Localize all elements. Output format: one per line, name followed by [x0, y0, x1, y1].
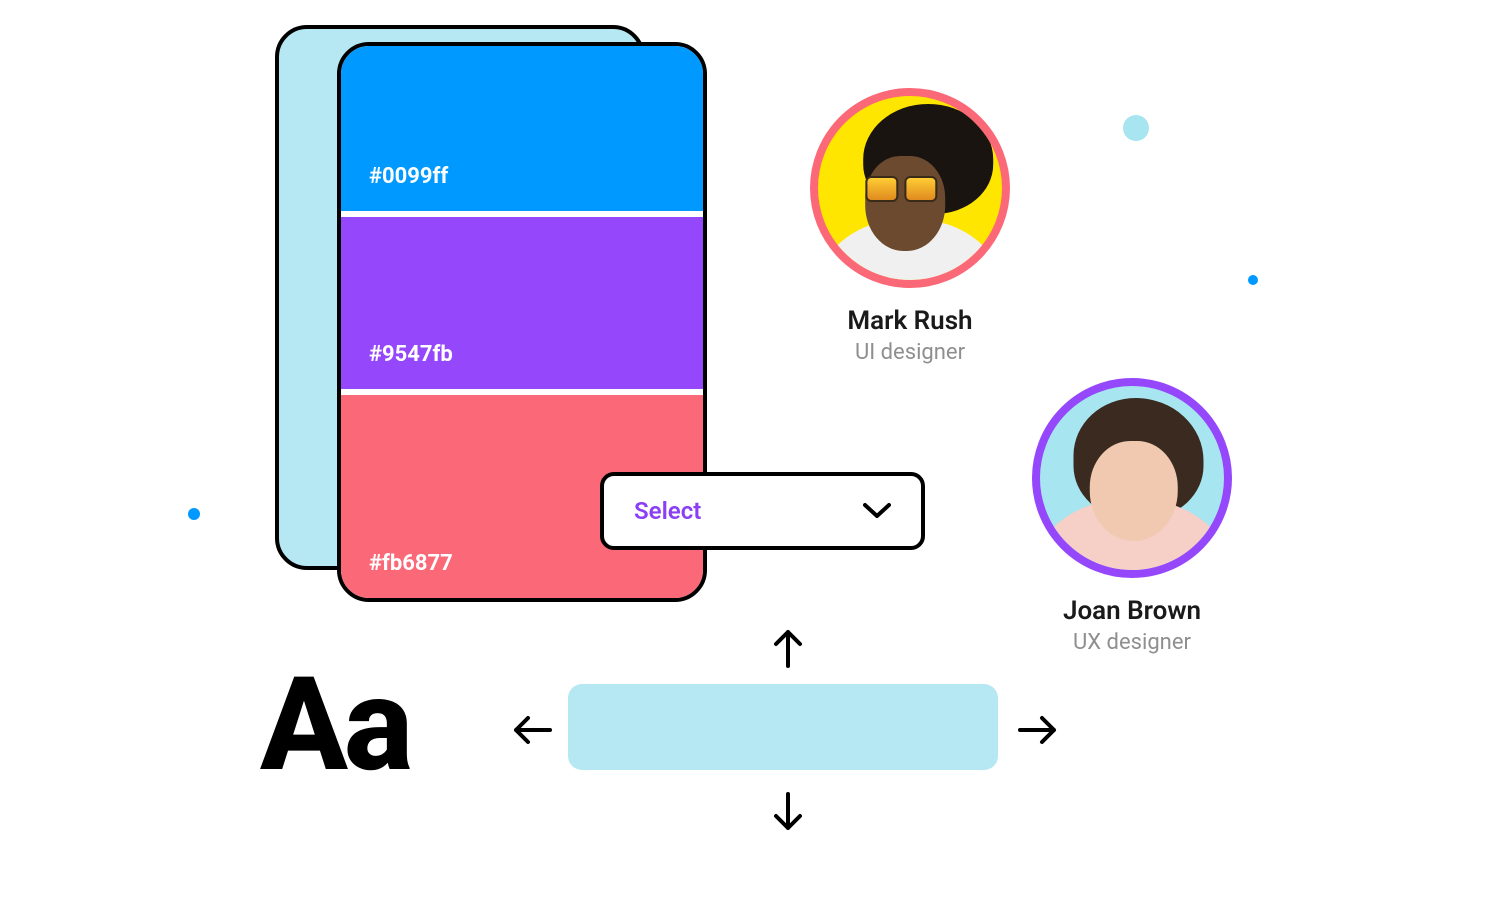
- team-member-card: Joan Brown UX designer: [1022, 378, 1242, 655]
- spacing-control: [500, 620, 1080, 850]
- select-dropdown[interactable]: Select: [600, 472, 925, 550]
- arrow-up-icon[interactable]: [768, 626, 808, 670]
- decorative-dot: [1248, 275, 1258, 285]
- chevron-down-icon: [863, 502, 891, 520]
- decorative-dot: [188, 508, 200, 520]
- palette-swatch[interactable]: #9547fb: [341, 211, 703, 389]
- swatch-hex-label: #9547fb: [369, 342, 453, 367]
- arrow-left-icon[interactable]: [510, 710, 554, 750]
- swatch-hex-label: #fb6877: [369, 551, 453, 576]
- avatar: [1032, 378, 1232, 578]
- person-role: UI designer: [800, 340, 1020, 365]
- swatch-hex-label: #0099ff: [369, 164, 448, 189]
- team-member-card: Mark Rush UI designer: [800, 88, 1020, 365]
- arrow-right-icon[interactable]: [1016, 710, 1060, 750]
- arrow-down-icon[interactable]: [768, 790, 808, 834]
- person-name: Mark Rush: [800, 306, 1020, 336]
- select-label: Select: [634, 497, 701, 525]
- palette-swatch[interactable]: #0099ff: [341, 46, 703, 211]
- spacing-bar[interactable]: [568, 684, 998, 770]
- typography-sample: Aa: [260, 660, 409, 790]
- avatar: [810, 88, 1010, 288]
- decorative-dot: [1123, 115, 1149, 141]
